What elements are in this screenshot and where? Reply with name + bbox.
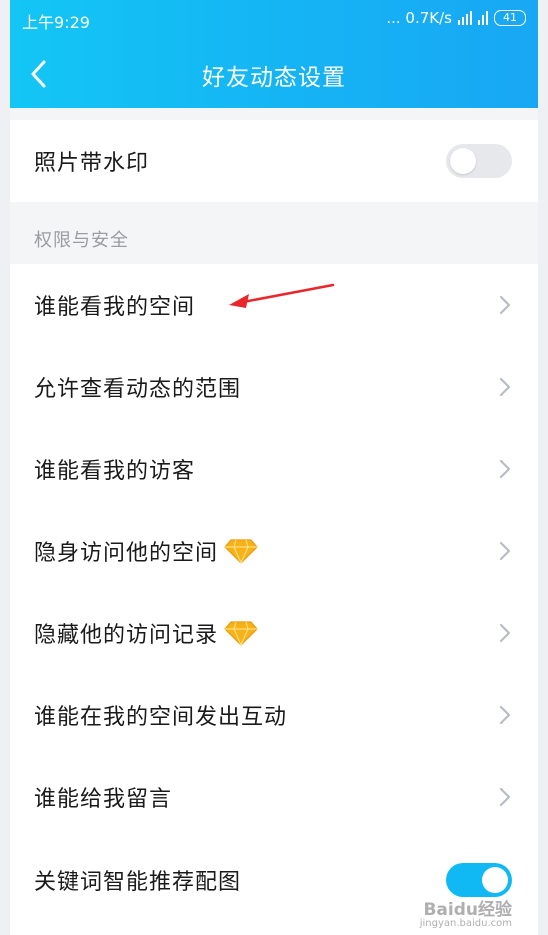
menu-item-label: 谁能在我的空间发出互动	[34, 705, 288, 730]
menu-item-hide-visit-record[interactable]: 隐藏他的访问记录	[10, 592, 538, 674]
menu-item-label-wrap: 隐身访问他的空间	[34, 535, 498, 567]
phone-frame: 上午9:29 ... 0.7K/s 41 好友动态设置 照片带水印 权限与安全 …	[0, 0, 548, 935]
menu-item-feed-visibility-range[interactable]: 允许查看动态的范围	[10, 346, 538, 428]
menu-item-who-can-view-visitors[interactable]: 谁能看我的访客	[10, 428, 538, 510]
status-time: 上午9:29	[22, 13, 90, 32]
chevron-right-icon	[498, 541, 512, 561]
photo-watermark-label: 照片带水印	[34, 151, 150, 176]
baidu-watermark: Baidu经验 jingyan.baidu.com	[420, 895, 512, 929]
chevron-right-icon	[498, 377, 512, 397]
status-indicators: ... 0.7K/s 41	[386, 9, 526, 27]
menu-item-label: 允许查看动态的范围	[34, 377, 242, 402]
app-screen: 上午9:29 ... 0.7K/s 41 好友动态设置 照片带水印 权限与安全 …	[10, 0, 538, 935]
status-bar: 上午9:29 ... 0.7K/s 41	[10, 0, 538, 36]
photo-watermark-row: 照片带水印	[10, 120, 538, 202]
keyword-recommend-label: 关键词智能推荐配图	[34, 869, 242, 895]
menu-item-label-wrap: 隐藏他的访问记录	[34, 617, 498, 649]
chevron-right-icon	[498, 705, 512, 725]
menu-item-invisible-visit[interactable]: 隐身访问他的空间	[10, 510, 538, 592]
menu-item-label: 谁能看我的空间	[34, 295, 196, 320]
menu-item-label: 谁能看我的访客	[34, 459, 196, 484]
chevron-right-icon	[498, 295, 512, 315]
battery-icon: 41	[494, 10, 526, 26]
page-title: 好友动态设置	[202, 65, 346, 91]
menu-item-label: 隐身访问他的空间	[34, 541, 219, 566]
menu-item-label: 隐藏他的访问记录	[34, 623, 219, 648]
nav-bar: 好友动态设置	[10, 44, 538, 104]
menu-item-who-can-leave-message[interactable]: 谁能给我留言	[10, 756, 538, 838]
header: 上午9:29 ... 0.7K/s 41 好友动态设置	[10, 0, 538, 108]
chevron-right-icon	[498, 459, 512, 479]
menu-item-who-can-view-space[interactable]: 谁能看我的空间	[10, 264, 538, 346]
section-header: 权限与安全	[10, 202, 538, 264]
chevron-right-icon	[498, 623, 512, 643]
menu-item-who-can-interact[interactable]: 谁能在我的空间发出互动	[10, 674, 538, 756]
menu-item-label: 谁能给我留言	[34, 787, 173, 812]
network-speed: ... 0.7K/s	[386, 9, 452, 27]
diamond-icon	[224, 621, 258, 646]
keyword-recommend-toggle[interactable]	[446, 862, 512, 897]
watermark-url: jingyan.baidu.com	[419, 918, 512, 929]
diamond-icon	[224, 539, 258, 564]
signal-icon-secondary	[478, 11, 488, 25]
watermark-brand: Baidu经验	[423, 900, 512, 920]
photo-watermark-toggle[interactable]	[446, 144, 512, 178]
chevron-right-icon	[498, 787, 512, 807]
toggle-knob	[450, 148, 476, 174]
toggle-knob	[482, 866, 508, 893]
signal-icon	[458, 11, 472, 25]
